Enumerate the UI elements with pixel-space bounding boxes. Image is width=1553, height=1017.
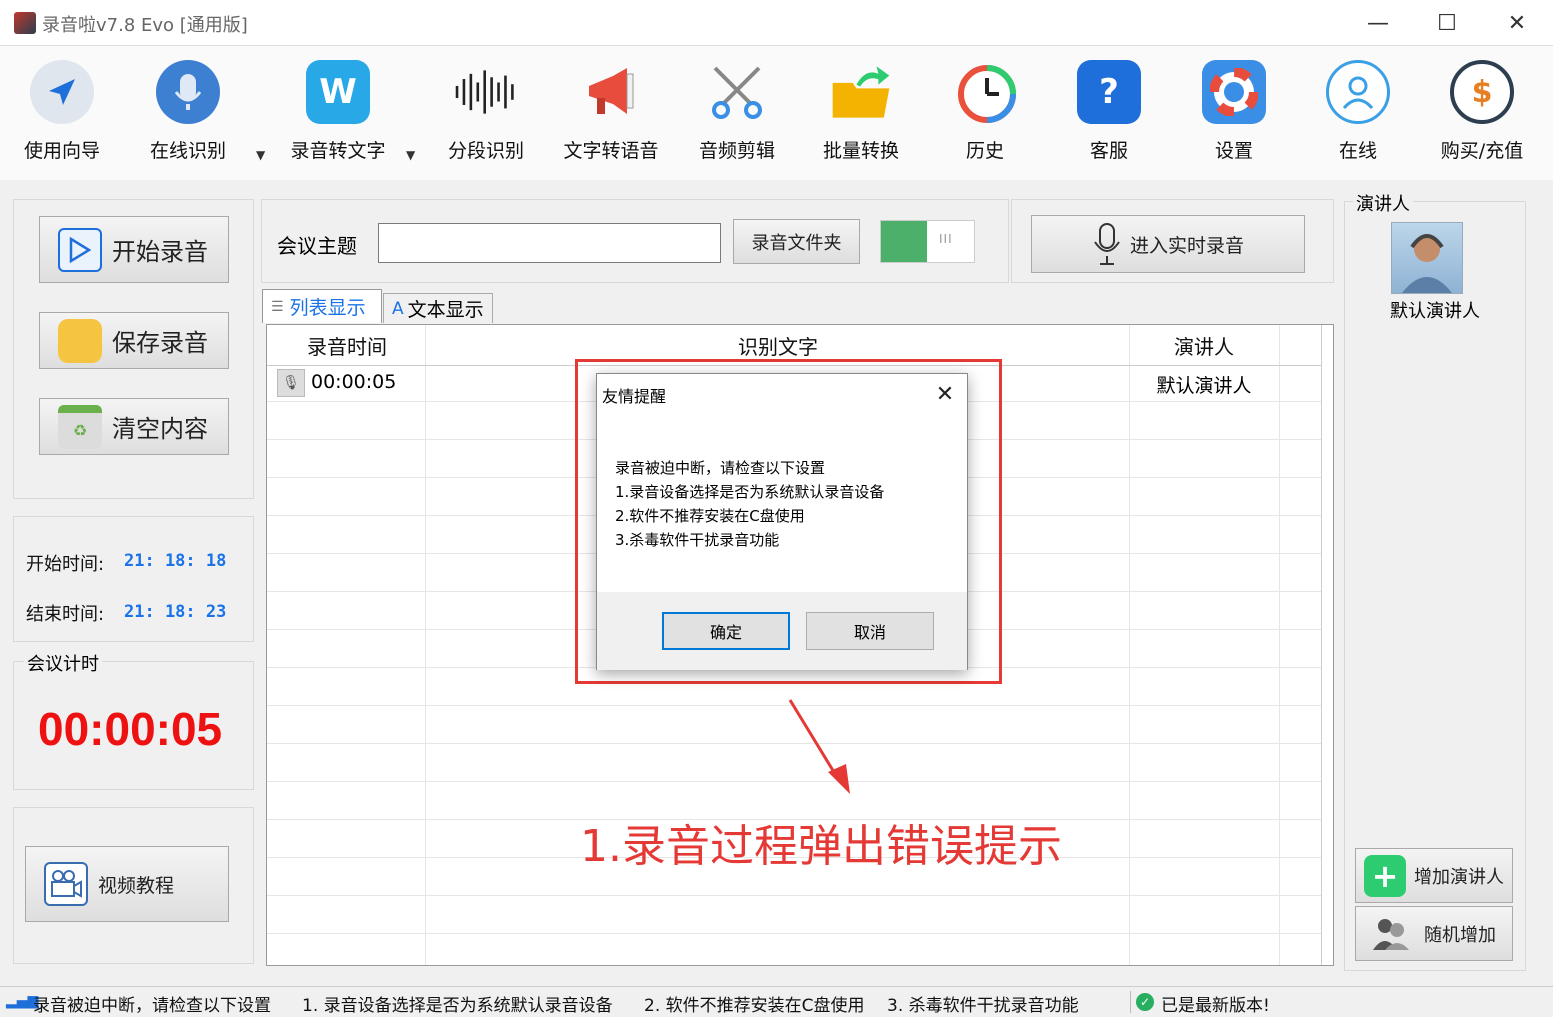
toolbar-audio-edit[interactable]: 音频剪辑 xyxy=(677,60,797,170)
toggle-switch[interactable]: III xyxy=(880,220,975,263)
version-status: 已是最新版本! xyxy=(1161,996,1270,1016)
toolbar-purchase[interactable]: $ 购买/充值 xyxy=(1422,60,1542,170)
meeting-timer-label: 会议计时 xyxy=(24,650,102,676)
maximize-button[interactable]: ☐ xyxy=(1412,0,1482,46)
annotation-arrow xyxy=(788,699,850,794)
coin-cursor-icon: $ xyxy=(1450,60,1514,124)
video-panel: 视频教程 xyxy=(13,807,254,964)
row-time: 00:00:05 xyxy=(311,371,397,393)
folder-arrow-icon xyxy=(829,60,893,124)
dialog-title: 友情提醒 xyxy=(602,387,667,406)
topic-bar: 会议主题 录音文件夹 III xyxy=(261,199,1009,283)
app-icon xyxy=(14,12,36,34)
col-header-time: 录音时间 xyxy=(307,334,387,359)
plus-icon: + xyxy=(1364,854,1406,897)
toolbar-record-to-text[interactable]: W 录音转文字 xyxy=(278,60,398,170)
status-bar: ▂▄▆ 录音被迫中断，请检查以下设置 1. 录音设备选择是否为系统默认录音设备 … xyxy=(0,986,1553,1017)
title-bar: 录音啦v7.8 Evo [通用版] — ☐ ✕ xyxy=(0,0,1553,46)
annotation-caption: 1.录音过程弹出错误提示 xyxy=(580,821,1062,872)
play-icon xyxy=(58,227,102,272)
reminder-dialog: 友情提醒 ✕ 录音被迫中断，请检查以下设置 1.录音设备选择是否为系统默认录音设… xyxy=(596,373,968,670)
clear-content-button[interactable]: ♻ 清空内容 xyxy=(39,398,229,455)
microphone-icon xyxy=(156,60,220,124)
dialog-cancel-button[interactable]: 取消 xyxy=(806,612,934,650)
realtime-record-button[interactable]: 进入实时录音 xyxy=(1031,215,1305,273)
toolbar-online[interactable]: 在线 xyxy=(1298,60,1418,170)
lifebuoy-icon xyxy=(1202,60,1266,124)
dialog-ok-button[interactable]: 确定 xyxy=(662,612,790,650)
start-time-value: 21: 18: 18 xyxy=(124,551,227,571)
record-folder-button[interactable]: 录音文件夹 xyxy=(733,219,860,264)
toolbar-segment-recognize[interactable]: 分段识别 xyxy=(426,60,546,170)
toolbar: 使用向导 在线识别 ▼ W 录音转文字 ▼ 分段识别 文字转语音 音频剪辑 批量… xyxy=(0,46,1553,180)
speaker-avatar[interactable] xyxy=(1391,222,1463,294)
video-camera-icon xyxy=(44,862,88,906)
topic-input[interactable] xyxy=(378,223,721,263)
toggle-on-fill xyxy=(881,221,927,262)
w-logo-icon: W xyxy=(306,60,370,124)
minimize-button[interactable]: — xyxy=(1343,0,1413,46)
status-msg-4: 3. 杀毒软件干扰录音功能 xyxy=(887,996,1079,1016)
recycle-bin-icon: ♻ xyxy=(58,404,102,449)
window-title: 录音啦v7.8 Evo [通用版] xyxy=(42,15,248,36)
toolbar-guide[interactable]: 使用向导 xyxy=(2,60,122,170)
toggle-grip-icon: III xyxy=(939,232,953,246)
tab-text-view[interactable]: A 文本显示 xyxy=(383,293,493,323)
start-time-label: 开始时间: xyxy=(26,554,105,575)
scissors-icon xyxy=(705,60,769,124)
row-speaker: 默认演讲人 xyxy=(1156,375,1252,397)
random-add-button[interactable]: 随机增加 xyxy=(1355,906,1513,961)
megaphone-icon xyxy=(579,60,643,124)
list-icon: ☰ xyxy=(271,298,284,315)
speaker-group-label: 演讲人 xyxy=(1353,190,1413,216)
status-divider xyxy=(1130,991,1131,1013)
toolbar-settings[interactable]: 设置 xyxy=(1174,60,1294,170)
status-msg-1: 录音被迫中断，请检查以下设置 xyxy=(33,996,271,1016)
microphone-outline-icon xyxy=(1094,223,1120,265)
save-record-button[interactable]: 保存录音 xyxy=(39,312,229,369)
end-time-label: 结束时间: xyxy=(26,604,105,625)
start-record-button[interactable]: 开始录音 xyxy=(39,216,229,283)
realtime-bar: 进入实时录音 xyxy=(1011,199,1334,283)
record-controls-panel: 开始录音 保存录音 ♻ 清空内容 xyxy=(13,199,254,499)
toolbar-history[interactable]: 历史 xyxy=(925,60,1045,170)
navigation-arrow-icon xyxy=(30,60,94,124)
chevron-down-icon[interactable]: ▼ xyxy=(256,148,265,162)
status-msg-2: 1. 录音设备选择是否为系统默认录音设备 xyxy=(302,996,613,1016)
waveform-icon xyxy=(454,60,518,124)
question-icon: ? xyxy=(1077,60,1141,124)
time-panel: 开始时间: 21: 18: 18 结束时间: 21: 18: 23 xyxy=(13,516,254,642)
clock-history-icon xyxy=(953,60,1017,124)
default-speaker-label: 默认演讲人 xyxy=(1390,301,1480,322)
users-icon xyxy=(1370,913,1412,955)
topic-label: 会议主题 xyxy=(277,234,357,258)
dialog-message: 录音被迫中断，请检查以下设置 1.录音设备选择是否为系统默认录音设备 2.软件不… xyxy=(615,459,885,549)
col-header-speaker: 演讲人 xyxy=(1174,334,1234,359)
text-a-icon: A xyxy=(392,298,404,319)
add-speaker-button[interactable]: + 增加演讲人 xyxy=(1355,848,1513,903)
tab-list-view[interactable]: ☰ 列表显示 xyxy=(262,289,382,323)
toolbar-text-to-speech[interactable]: 文字转语音 xyxy=(551,60,671,170)
status-msg-3: 2. 软件不推荐安装在C盘使用 xyxy=(644,996,865,1016)
play-audio-icon[interactable]: 🎙 xyxy=(277,369,305,397)
toolbar-online-recognize[interactable]: 在线识别 xyxy=(128,60,248,170)
video-tutorial-button[interactable]: 视频教程 xyxy=(25,846,229,922)
end-time-value: 21: 18: 23 xyxy=(124,602,227,622)
dialog-close-icon[interactable]: ✕ xyxy=(929,378,961,410)
toolbar-support[interactable]: ? 客服 xyxy=(1049,60,1169,170)
user-outline-icon xyxy=(1326,60,1390,124)
meeting-timer-group: 会议计时 00:00:05 xyxy=(13,650,254,790)
chevron-down-icon[interactable]: ▼ xyxy=(406,148,415,162)
meeting-timer-value: 00:00:05 xyxy=(38,703,223,755)
close-button[interactable]: ✕ xyxy=(1482,0,1552,46)
cloud-check-icon: ✓ xyxy=(1136,993,1154,1011)
save-bag-icon xyxy=(58,318,102,363)
speaker-group: 演讲人 默认演讲人 + 增加演讲人 随机增加 xyxy=(1344,190,1526,971)
toolbar-batch-convert[interactable]: 批量转换 xyxy=(801,60,921,170)
